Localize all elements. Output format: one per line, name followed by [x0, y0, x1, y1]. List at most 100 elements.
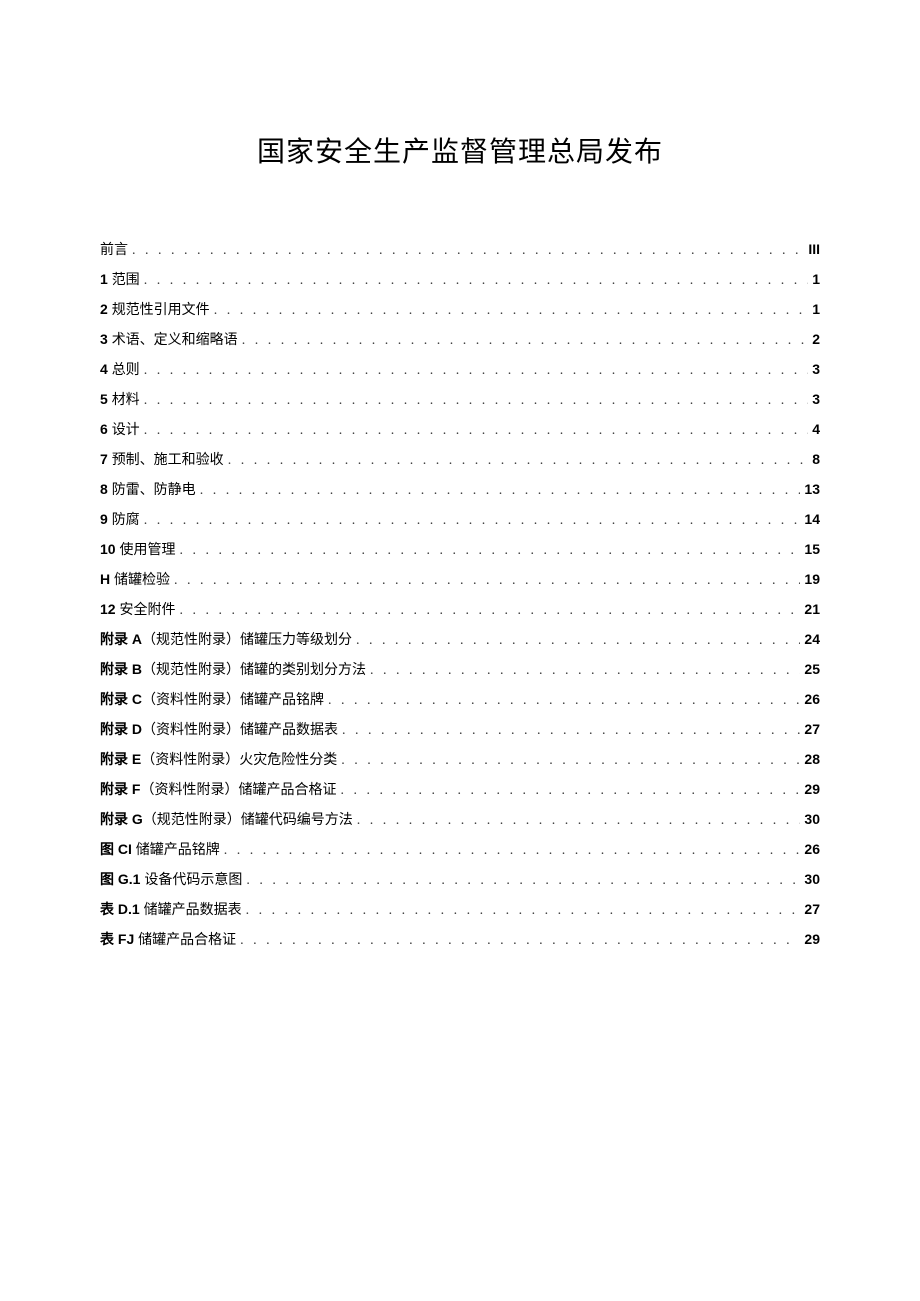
toc-label: 9 防腐: [100, 505, 140, 535]
toc-text: （规范性附录）储罐压力等级划分: [142, 633, 352, 648]
toc-prefix: 附录 D: [100, 721, 142, 737]
toc-text: （资料性附录）储罐产品数据表: [142, 723, 338, 738]
toc-label: 附录 B（规范性附录）储罐的类别划分方法: [100, 655, 366, 685]
toc-leader-dots: [179, 537, 800, 565]
toc-text: （资料性附录）储罐产品铭牌: [142, 693, 324, 708]
toc-leader-dots: [132, 237, 804, 265]
toc-text: 预制、施工和验收: [112, 453, 224, 468]
toc-leader-dots: [179, 597, 800, 625]
toc-prefix: 附录 G: [100, 811, 143, 827]
toc-page-number: 14: [804, 505, 820, 533]
toc-label: 12 安全附件: [100, 595, 175, 625]
toc-leader-dots: [174, 567, 800, 595]
toc-text: 储罐产品铭牌: [136, 843, 220, 858]
toc-page-number: 29: [804, 775, 820, 803]
toc-entry: 附录 F（资料性附录）储罐产品合格证 29: [100, 775, 820, 805]
toc-leader-dots: [370, 657, 800, 685]
toc-prefix: 图 CI: [100, 841, 136, 857]
toc-text: 前言: [100, 243, 128, 258]
toc-leader-dots: [214, 297, 809, 325]
toc-page-number: 8: [812, 445, 820, 473]
toc-prefix: 3: [100, 331, 112, 347]
toc-page-number: 3: [812, 355, 820, 383]
toc-leader-dots: [357, 807, 801, 835]
toc-leader-dots: [328, 687, 800, 715]
toc-entry: 2 规范性引用文件 1: [100, 295, 820, 325]
toc-label: 2 规范性引用文件: [100, 295, 210, 325]
toc-leader-dots: [341, 747, 800, 775]
toc-label: 附录 G（规范性附录）储罐代码编号方法: [100, 805, 353, 835]
toc-leader-dots: [144, 387, 809, 415]
toc-prefix: 附录 E: [100, 751, 141, 767]
toc-text: 储罐产品数据表: [144, 903, 242, 918]
toc-label: 7 预制、施工和验收: [100, 445, 224, 475]
toc-prefix: 6: [100, 421, 112, 437]
toc-text: （资料性附录）火灾危险性分类: [141, 753, 337, 768]
toc-entry: 附录 E（资料性附录）火灾危险性分类28: [100, 745, 820, 775]
toc-label: 前言: [100, 237, 128, 265]
toc-label: H 储罐检验: [100, 565, 170, 595]
toc-label: 附录 C（资料性附录）储罐产品铭牌: [100, 685, 324, 715]
toc-leader-dots: [340, 777, 800, 805]
toc-leader-dots: [228, 447, 809, 475]
toc-label: 表 FJ 储罐产品合格证: [100, 925, 236, 955]
toc-entry: 附录 C（资料性附录）储罐产品铭牌 26: [100, 685, 820, 715]
toc-prefix: 图 G.1: [100, 871, 144, 887]
toc-prefix: 2: [100, 301, 112, 317]
toc-leader-dots: [240, 927, 800, 955]
toc-page-number: 29: [804, 925, 820, 953]
toc-prefix: 表 FJ: [100, 931, 138, 947]
toc-text: （规范性附录）储罐的类别划分方法: [142, 663, 366, 678]
toc-text: 材料: [112, 393, 140, 408]
toc-page-number: 3: [812, 385, 820, 413]
toc-leader-dots: [246, 897, 801, 925]
toc-page-number: 27: [804, 715, 820, 743]
toc-entry: 附录 B（规范性附录）储罐的类别划分方法25: [100, 655, 820, 685]
toc-entry: 12 安全附件 21: [100, 595, 820, 625]
toc-page-number: 21: [804, 595, 820, 623]
toc-page-number: 27: [804, 895, 820, 923]
toc-entry: 4 总则 3: [100, 355, 820, 385]
toc-prefix: 4: [100, 361, 112, 377]
toc-prefix: 7: [100, 451, 112, 467]
toc-prefix: 8: [100, 481, 112, 497]
toc-entry: 1 范围1: [100, 265, 820, 295]
toc-text: 安全附件: [119, 603, 175, 618]
toc-leader-dots: [356, 627, 800, 655]
toc-entry: 表 FJ 储罐产品合格证 29: [100, 925, 820, 955]
toc-entry: 前言III: [100, 235, 820, 265]
toc-prefix: 附录 F: [100, 781, 140, 797]
toc-page-number: 26: [804, 835, 820, 863]
toc-text: 设计: [112, 423, 140, 438]
toc-page-number: 2: [812, 325, 820, 353]
toc-entry: 9 防腐 14: [100, 505, 820, 535]
toc-page-number: 26: [804, 685, 820, 713]
toc-prefix: 5: [100, 391, 112, 407]
toc-leader-dots: [224, 837, 801, 865]
toc-leader-dots: [342, 717, 800, 745]
toc-text: 范围: [112, 273, 140, 288]
toc-label: 附录 D（资料性附录）储罐产品数据表: [100, 715, 338, 745]
toc-page-number: 1: [812, 265, 820, 293]
toc-prefix: 附录 C: [100, 691, 142, 707]
toc-page-number: 1: [812, 295, 820, 323]
toc-entry: 表 D.1 储罐产品数据表 27: [100, 895, 820, 925]
toc-text: （规范性附录）储罐代码编号方法: [143, 813, 353, 828]
toc-prefix: 附录 B: [100, 661, 142, 677]
toc-entry: 3 术语、定义和缩略语2: [100, 325, 820, 355]
toc-leader-dots: [144, 357, 809, 385]
toc-prefix: 表 D.1: [100, 901, 144, 917]
toc-label: 附录 A（规范性附录）储罐压力等级划分: [100, 625, 352, 655]
toc-label: 5 材料: [100, 385, 140, 415]
toc-text: 总则: [112, 363, 140, 378]
toc-label: 附录 E（资料性附录）火灾危险性分类: [100, 745, 337, 775]
toc-leader-dots: [246, 867, 800, 895]
toc-entry: 6 设计4: [100, 415, 820, 445]
toc-entry: 附录 A（规范性附录）储罐压力等级划分24: [100, 625, 820, 655]
toc-page-number: 19: [804, 565, 820, 593]
toc-label: 4 总则: [100, 355, 140, 385]
toc-leader-dots: [200, 477, 801, 505]
toc-entry: H 储罐检验 19: [100, 565, 820, 595]
toc-text: 防雷、防静电: [112, 483, 196, 498]
toc-text: （资料性附录）储罐产品合格证: [140, 783, 336, 798]
